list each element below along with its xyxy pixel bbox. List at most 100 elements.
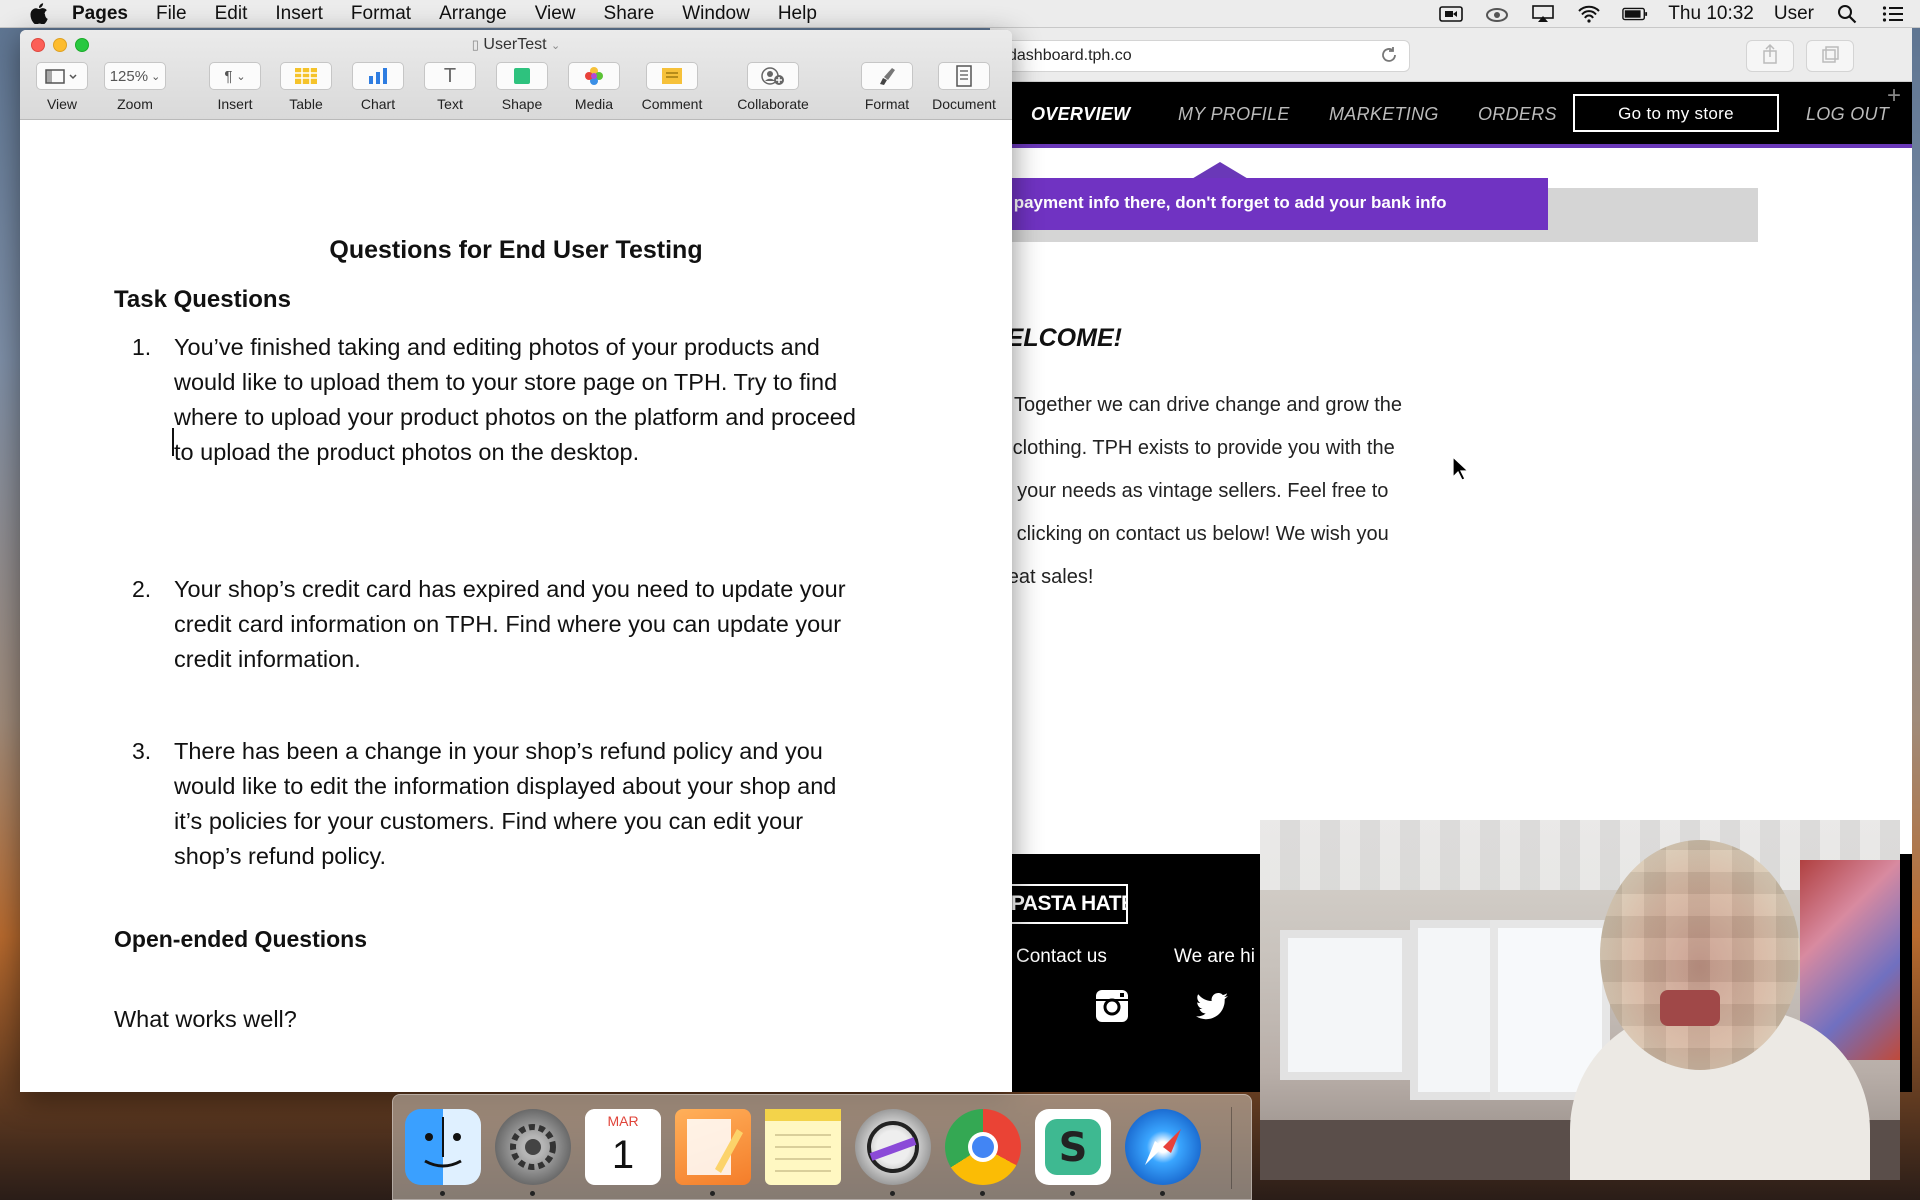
menu-insert[interactable]: Insert [275, 3, 323, 25]
nav-overview[interactable]: OVERVIEW [1031, 104, 1130, 125]
browser-toolbar: dashboard.tph.co [990, 28, 1912, 82]
finder-icon[interactable] [405, 1109, 481, 1185]
text-insertion-cursor [172, 428, 174, 456]
share-button[interactable] [1746, 40, 1794, 72]
footer-hiring-link[interactable]: We are hi [1174, 946, 1255, 968]
menu-edit[interactable]: Edit [215, 3, 248, 25]
question-number: 2. [132, 576, 152, 602]
new-tab-button[interactable]: + [1876, 82, 1912, 114]
document-tool[interactable]: Document [925, 62, 1003, 112]
shape-label: Shape [501, 96, 543, 112]
wifi-icon[interactable] [1576, 4, 1602, 24]
spotlight-search-icon[interactable] [1834, 4, 1860, 24]
menu-help[interactable]: Help [778, 3, 817, 25]
table-tool[interactable]: Table [276, 62, 336, 112]
calendar-icon[interactable]: MAR 1 [585, 1109, 661, 1185]
question-number: 1. [132, 334, 152, 360]
welcome-line: by clicking on contact us below! We wish… [990, 523, 1389, 545]
menu-arrange[interactable]: Arrange [439, 3, 507, 25]
table-icon [280, 62, 332, 90]
comment-tool[interactable]: Comment [636, 62, 708, 112]
menubar-clock[interactable]: Thu 10:32 [1668, 3, 1754, 25]
nav-marketing[interactable]: MARKETING [1329, 104, 1439, 125]
media-tool[interactable]: Media [564, 62, 624, 112]
pages-app-icon[interactable] [675, 1109, 751, 1185]
running-indicator [1160, 1191, 1165, 1196]
go-to-store-button[interactable]: Go to my store [1573, 94, 1779, 132]
reload-icon[interactable] [1380, 46, 1400, 66]
view-icon [36, 62, 88, 90]
chart-icon [352, 62, 404, 90]
running-indicator [440, 1191, 445, 1196]
chrome-icon[interactable] [945, 1109, 1021, 1185]
notes-icon[interactable] [765, 1109, 841, 1185]
footer-contact-link[interactable]: Contact us [1016, 946, 1107, 968]
media-photos-icon [568, 62, 620, 90]
menu-share[interactable]: Share [604, 3, 655, 25]
view-tool[interactable]: View [30, 62, 94, 112]
safari-icon[interactable] [1125, 1109, 1201, 1185]
question-text: There has been a change in your shop’s r… [174, 734, 934, 874]
system-preferences-icon[interactable] [495, 1109, 571, 1185]
zoom-select: 125% ⌄ [104, 62, 166, 90]
nav-my-profile[interactable]: MY PROFILE [1178, 104, 1290, 125]
text-label: Text [437, 96, 463, 112]
zoom-label: Zoom [117, 96, 153, 112]
instagram-icon[interactable] [1094, 988, 1130, 1024]
format-label: Format [864, 96, 910, 112]
pages-titlebar: ▯ UserTest ⌄ View 125% ⌄ Zoom ¶ ⌄ Insert [20, 30, 1012, 120]
site-navigation: OVERVIEW MY PROFILE MARKETING ORDERS Go … [990, 82, 1912, 148]
question-line: to upload the product photos on the desk… [174, 439, 640, 465]
zoom-value: 125% [109, 67, 149, 85]
menubar-user[interactable]: User [1774, 3, 1814, 25]
insert-tool[interactable]: ¶ ⌄ Insert [205, 62, 265, 112]
calendar-month: MAR [585, 1109, 661, 1131]
twitter-icon[interactable] [1194, 988, 1230, 1024]
text-tool[interactable]: T Text [420, 62, 480, 112]
battery-icon[interactable] [1622, 4, 1648, 24]
slack-icon[interactable]: S [1035, 1109, 1111, 1185]
shape-icon [496, 62, 548, 90]
running-indicator [1070, 1191, 1075, 1196]
calendar-day: 1 [611, 1133, 635, 1177]
comment-label: Comment [641, 96, 703, 112]
media-label: Media [574, 96, 614, 112]
question-line: credit information. [174, 646, 361, 672]
menu-window[interactable]: Window [682, 3, 750, 25]
question-line: You’ve finished taking and editing photo… [174, 334, 820, 360]
video-room-window [1280, 930, 1410, 1080]
document-label: Document [932, 96, 996, 112]
pages-window: ▯ UserTest ⌄ View 125% ⌄ Zoom ¶ ⌄ Insert [20, 30, 1012, 1092]
notification-center-icon[interactable] [1880, 4, 1906, 24]
menu-view[interactable]: View [535, 3, 576, 25]
menu-file[interactable]: File [156, 3, 187, 25]
final-cut-icon[interactable] [855, 1109, 931, 1185]
creative-cloud-icon[interactable] [1484, 4, 1510, 24]
dock: MAR 1 S [392, 1094, 1252, 1200]
shape-tool[interactable]: Shape [492, 62, 552, 112]
chart-tool[interactable]: Chart [348, 62, 408, 112]
collaborate-tool[interactable]: Collaborate [730, 62, 816, 112]
apple-menu-icon[interactable] [24, 0, 54, 28]
running-indicator [710, 1191, 715, 1196]
menu-format[interactable]: Format [351, 3, 411, 25]
address-bar[interactable]: dashboard.tph.co [990, 40, 1410, 72]
show-tabs-button[interactable] [1806, 40, 1854, 72]
nav-orders[interactable]: ORDERS [1478, 104, 1557, 125]
app-menu-pages[interactable]: Pages [72, 3, 128, 25]
document-title-text: UserTest [483, 36, 547, 53]
welcome-line: ts your needs as vintage sellers. Feel f… [996, 480, 1389, 502]
welcome-line: e clothing. TPH exists to provide you wi… [996, 437, 1395, 459]
zoom-tool[interactable]: 125% ⌄ Zoom [100, 62, 170, 112]
question-line: it’s policies for your customers. Find w… [174, 808, 804, 834]
document-title[interactable]: ▯ UserTest ⌄ [20, 36, 1012, 54]
document-canvas[interactable]: Questions for End User Testing Task Ques… [20, 120, 1012, 1092]
comment-icon [646, 62, 698, 90]
menu-bar: Pages File Edit Insert Format Arrange Vi… [0, 0, 1920, 28]
question-line: shop’s refund policy. [174, 843, 387, 869]
dock-separator [1231, 1107, 1232, 1189]
open-ended-heading: Open-ended Questions [114, 926, 368, 952]
format-tool[interactable]: Format [855, 62, 919, 112]
airplay-icon[interactable] [1530, 4, 1556, 24]
facetime-camera-icon[interactable] [1438, 4, 1464, 24]
